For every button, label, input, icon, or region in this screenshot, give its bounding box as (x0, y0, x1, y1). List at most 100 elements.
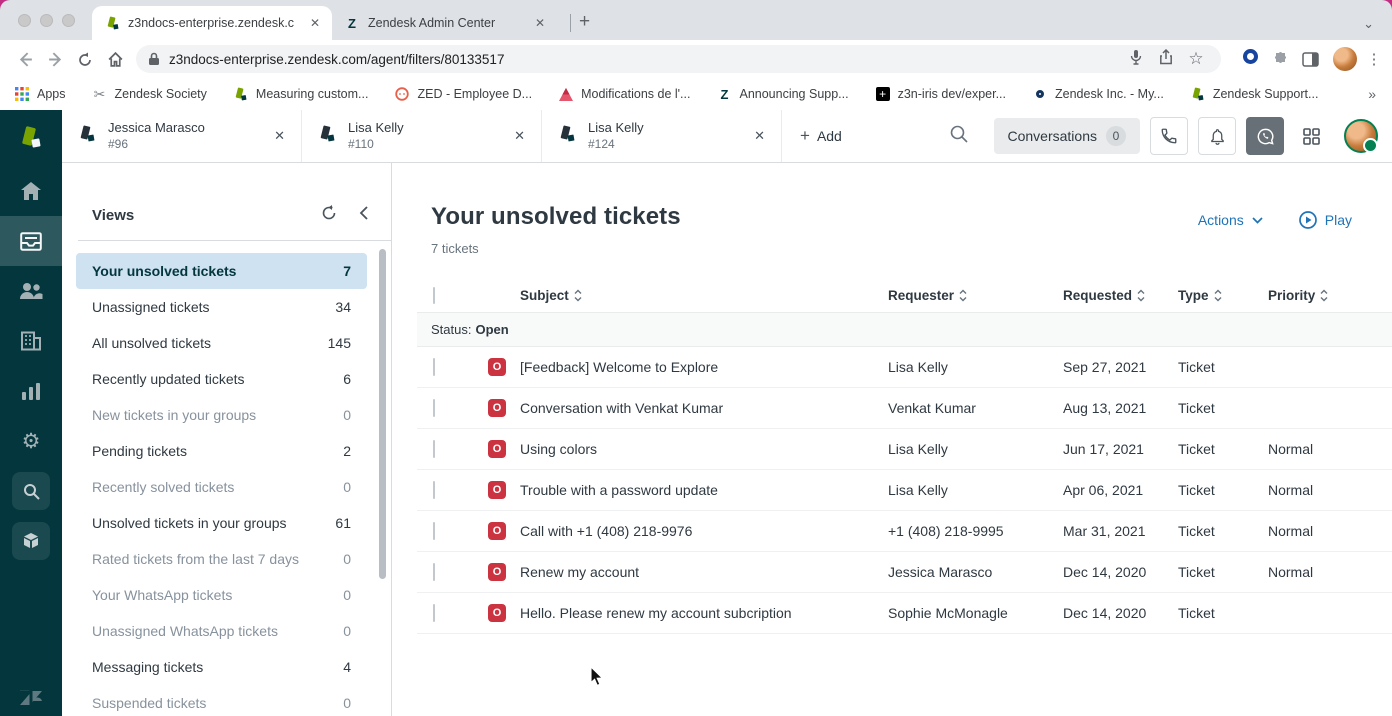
ticket-subject[interactable]: [Feedback] Welcome to Explore (520, 359, 888, 375)
browser-tab[interactable]: Z Zendesk Admin Center ✕ (332, 6, 557, 40)
ticket-subject[interactable]: Conversation with Venkat Kumar (520, 400, 888, 416)
column-type[interactable]: Type (1178, 288, 1268, 303)
ticket-subject[interactable]: Renew my account (520, 564, 888, 580)
browser-profile-avatar[interactable] (1333, 47, 1357, 71)
back-icon[interactable] (10, 49, 40, 69)
column-subject[interactable]: Subject (520, 288, 888, 303)
tab-close-icon[interactable]: ✕ (533, 16, 547, 30)
bookmark-item[interactable]: Zendesk Inc. - My... (1032, 86, 1164, 102)
ticket-row[interactable]: OConversation with Venkat KumarVenkat Ku… (417, 388, 1392, 429)
browser-tab-active[interactable]: z3ndocs-enterprise.zendesk.c ✕ (92, 6, 332, 40)
tab-close-icon[interactable]: ✕ (308, 16, 322, 30)
bookmark-item[interactable]: +z3n-iris dev/exper... (875, 86, 1006, 102)
sidebar-item-home[interactable] (0, 166, 62, 216)
collapse-panel-icon[interactable] (359, 206, 369, 225)
ticket-row[interactable]: ORenew my accountJessica MarascoDec 14, … (417, 552, 1392, 593)
bookmark-item[interactable]: ✂Zendesk Society (92, 86, 207, 102)
ticket-tab[interactable]: Lisa Kelly#124✕ (542, 110, 782, 162)
ticket-subject[interactable]: Using colors (520, 441, 888, 457)
row-checkbox[interactable] (433, 563, 435, 581)
browser-menu-icon[interactable]: ⋮ (1361, 50, 1387, 68)
close-icon[interactable]: ✕ (510, 126, 529, 146)
close-icon[interactable]: ✕ (750, 126, 769, 146)
agent-avatar[interactable] (1344, 119, 1378, 153)
bookmark-star-icon[interactable]: ☆ (1181, 49, 1211, 69)
address-bar[interactable]: z3ndocs-enterprise.zendesk.com/agent/fil… (136, 45, 1221, 73)
row-checkbox[interactable] (433, 522, 435, 540)
conversations-button[interactable]: Conversations 0 (994, 118, 1141, 154)
ticket-tab[interactable]: Lisa Kelly#110✕ (302, 110, 542, 162)
forward-icon[interactable] (40, 49, 70, 69)
row-checkbox[interactable] (433, 481, 435, 499)
side-panel-icon[interactable] (1295, 49, 1325, 69)
view-item[interactable]: New tickets in your groups0 (76, 397, 367, 433)
bookmark-item[interactable]: Modifications de l'... (558, 86, 690, 102)
actions-dropdown[interactable]: Actions (1198, 212, 1263, 228)
ticket-tab[interactable]: Jessica Marasco#96✕ (62, 110, 302, 162)
row-checkbox[interactable] (433, 440, 435, 458)
ticket-subject[interactable]: Trouble with a password update (520, 482, 888, 498)
new-tab-button[interactable]: + (579, 11, 590, 33)
tab-search-icon[interactable]: ⌄ (1363, 16, 1374, 32)
ticket-requested-date: Aug 13, 2021 (1063, 400, 1178, 416)
ticket-priority: Normal (1268, 523, 1392, 539)
sidebar-item-reporting[interactable] (0, 366, 62, 416)
share-icon[interactable] (1151, 49, 1181, 70)
whatsapp-button[interactable] (1246, 117, 1284, 155)
view-item[interactable]: Unsolved tickets in your groups61 (76, 505, 367, 541)
sidebar-item-organizations[interactable] (0, 316, 62, 366)
ticket-subject[interactable]: Call with +1 (408) 218-9976 (520, 523, 888, 539)
ticket-row[interactable]: OTrouble with a password updateLisa Kell… (417, 470, 1392, 511)
view-item[interactable]: Pending tickets2 (76, 433, 367, 469)
notifications-button[interactable] (1198, 117, 1236, 155)
ticket-row[interactable]: O[Feedback] Welcome to ExploreLisa Kelly… (417, 347, 1392, 388)
view-item[interactable]: Unassigned WhatsApp tickets0 (76, 613, 367, 649)
view-item[interactable]: Your unsolved tickets7 (76, 253, 367, 289)
view-item[interactable]: Suspended tickets0 (76, 685, 367, 716)
column-priority[interactable]: Priority (1268, 288, 1392, 303)
bookmark-item[interactable]: Zendesk Support... (1190, 86, 1319, 102)
bookmark-item[interactable]: ZED - Employee D... (394, 86, 532, 102)
close-icon[interactable]: ✕ (270, 126, 289, 146)
select-all-checkbox[interactable] (433, 287, 435, 304)
search-icon[interactable] (950, 125, 968, 148)
sidebar-item-apps[interactable] (0, 516, 62, 566)
row-checkbox[interactable] (433, 358, 435, 376)
bookmark-item[interactable]: Measuring custom... (233, 86, 369, 102)
sidebar-item-customers[interactable] (0, 266, 62, 316)
window-controls[interactable] (18, 14, 75, 27)
ticket-requester-name: Lisa Kelly (588, 120, 738, 136)
view-item[interactable]: Your WhatsApp tickets0 (76, 577, 367, 613)
microphone-icon[interactable] (1121, 49, 1151, 70)
view-item[interactable]: All unsolved tickets145 (76, 325, 367, 361)
view-item[interactable]: Unassigned tickets34 (76, 289, 367, 325)
row-checkbox[interactable] (433, 399, 435, 417)
sidebar-item-search[interactable] (0, 466, 62, 516)
ticket-subject[interactable]: Hello. Please renew my account subcripti… (520, 605, 888, 621)
talk-button[interactable] (1150, 117, 1188, 155)
refresh-views-icon[interactable] (321, 205, 337, 226)
play-button[interactable]: Play (1299, 211, 1352, 229)
product-tray-button[interactable] (1294, 119, 1328, 153)
add-tab-button[interactable]: + Add (782, 110, 860, 162)
bookmark-item[interactable]: Apps (14, 86, 66, 102)
view-item[interactable]: Recently solved tickets0 (76, 469, 367, 505)
views-scrollbar[interactable] (379, 249, 386, 579)
ticket-row[interactable]: OUsing colorsLisa KellyJun 17, 2021Ticke… (417, 429, 1392, 470)
view-item[interactable]: Rated tickets from the last 7 days0 (76, 541, 367, 577)
column-requested[interactable]: Requested (1063, 288, 1178, 303)
bookmark-item[interactable]: ZAnnouncing Supp... (716, 86, 848, 102)
view-item[interactable]: Recently updated tickets6 (76, 361, 367, 397)
home-icon[interactable] (100, 49, 130, 69)
sidebar-item-views[interactable] (0, 216, 62, 266)
ticket-row[interactable]: OCall with +1 (408) 218-9976+1 (408) 218… (417, 511, 1392, 552)
bookmarks-overflow-icon[interactable]: » (1368, 86, 1376, 102)
extensions-puzzle-icon[interactable] (1265, 49, 1295, 69)
view-item[interactable]: Messaging tickets4 (76, 649, 367, 685)
extension-circle-icon[interactable] (1235, 49, 1265, 69)
column-requester[interactable]: Requester (888, 288, 1063, 303)
row-checkbox[interactable] (433, 604, 435, 622)
sidebar-item-admin[interactable]: ⚙ (0, 416, 62, 466)
reload-icon[interactable] (70, 49, 100, 69)
ticket-row[interactable]: OHello. Please renew my account subcript… (417, 593, 1392, 634)
